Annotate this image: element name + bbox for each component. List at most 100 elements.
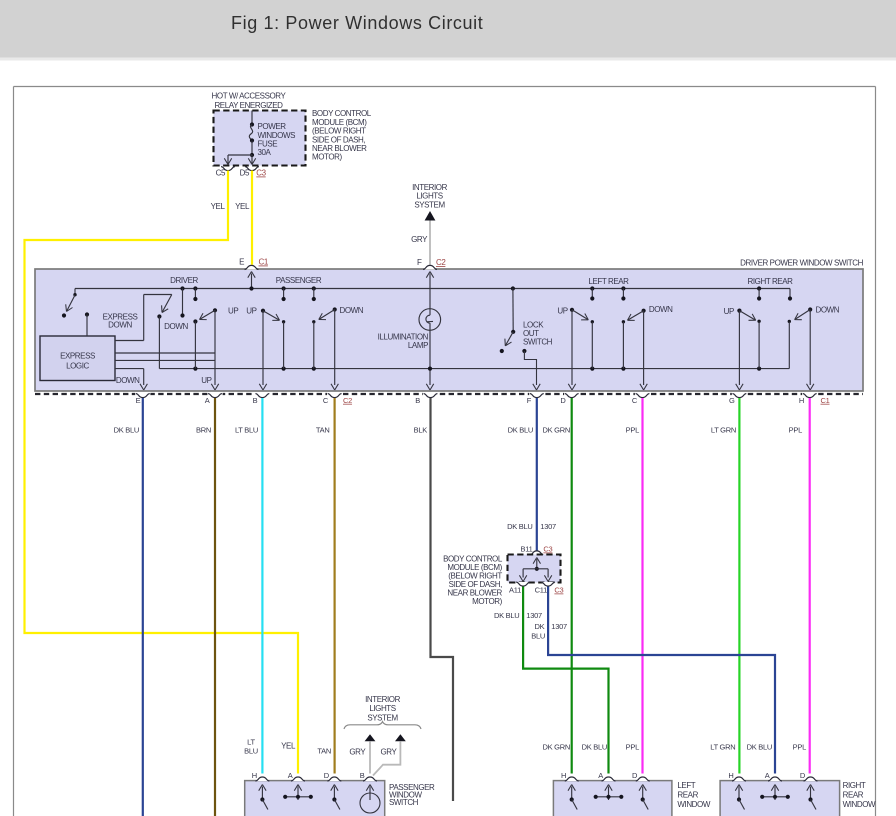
svg-text:DOWN: DOWN [649, 305, 673, 314]
svg-text:TAN: TAN [316, 426, 330, 435]
svg-text:H: H [561, 771, 566, 780]
svg-text:H: H [799, 396, 804, 405]
svg-text:C3: C3 [543, 545, 552, 554]
svg-text:C2: C2 [436, 258, 446, 267]
svg-text:UP: UP [246, 307, 256, 316]
svg-text:DK BLU: DK BLU [508, 426, 533, 435]
svg-text:MOTOR): MOTOR) [312, 153, 343, 162]
svg-text:BLU: BLU [531, 632, 545, 641]
svg-text:DOWN: DOWN [164, 322, 188, 331]
svg-text:LT GRN: LT GRN [710, 743, 735, 752]
svg-text:C1: C1 [259, 258, 269, 267]
svg-text:WINDOW: WINDOW [843, 800, 876, 809]
svg-text:DK BLU: DK BLU [582, 743, 607, 752]
svg-text:1307: 1307 [526, 611, 542, 620]
svg-text:DOWN: DOWN [340, 306, 364, 315]
svg-text:UP: UP [724, 307, 734, 316]
svg-text:PPL: PPL [793, 743, 806, 752]
svg-text:BLU: BLU [244, 747, 258, 756]
svg-text:A: A [598, 771, 603, 780]
svg-text:DK BLU: DK BLU [114, 426, 139, 435]
svg-text:LT: LT [247, 738, 255, 747]
svg-text:A: A [765, 771, 770, 780]
svg-text:PASSENGER: PASSENGER [276, 276, 322, 285]
svg-text:DOWN: DOWN [816, 306, 840, 315]
svg-text:LIGHTS: LIGHTS [369, 704, 395, 713]
svg-text:(BELOW RIGHT: (BELOW RIGHT [312, 127, 366, 136]
svg-text:MOTOR): MOTOR) [472, 597, 503, 606]
svg-text:LT BLU: LT BLU [235, 426, 258, 435]
svg-text:C5: C5 [216, 169, 226, 178]
svg-text:A11: A11 [509, 586, 521, 595]
svg-text:LT GRN: LT GRN [711, 426, 736, 435]
svg-text:E: E [239, 258, 244, 267]
svg-text:C: C [323, 396, 329, 405]
svg-text:H: H [252, 771, 257, 780]
svg-text:INTERIOR: INTERIOR [365, 695, 401, 704]
svg-text:B11: B11 [521, 545, 533, 554]
svg-text:UP: UP [201, 376, 211, 385]
svg-text:B: B [253, 396, 258, 405]
svg-text:DK: DK [535, 622, 545, 631]
svg-text:SYSTEM: SYSTEM [414, 200, 445, 209]
svg-text:1307: 1307 [540, 522, 556, 531]
svg-text:UP: UP [228, 307, 238, 316]
svg-text:D5: D5 [240, 169, 250, 178]
svg-text:DRIVER POWER WINDOW SWITCH: DRIVER POWER WINDOW SWITCH [740, 259, 863, 268]
svg-text:EXPRESS: EXPRESS [60, 352, 95, 361]
svg-text:DK BLU: DK BLU [494, 611, 519, 620]
svg-text:C1: C1 [821, 396, 830, 405]
svg-text:F: F [527, 396, 532, 405]
svg-text:SIDE OF DASH,: SIDE OF DASH, [312, 135, 365, 144]
svg-text:LEFT REAR: LEFT REAR [588, 277, 629, 286]
svg-text:C: C [632, 396, 638, 405]
svg-text:LOGIC: LOGIC [66, 362, 89, 371]
svg-text:GRY: GRY [381, 748, 398, 757]
svg-text:D: D [800, 771, 806, 780]
svg-text:A: A [288, 771, 293, 780]
svg-text:YEL: YEL [211, 202, 226, 211]
svg-text:HOT W/ ACCESSORY: HOT W/ ACCESSORY [212, 92, 287, 101]
svg-text:LIGHTS: LIGHTS [416, 192, 442, 201]
svg-text:RELAY ENERGIZED: RELAY ENERGIZED [214, 101, 283, 110]
svg-text:GRY: GRY [349, 748, 366, 757]
svg-text:DOWN: DOWN [108, 321, 132, 330]
svg-text:INTERIOR: INTERIOR [412, 183, 448, 192]
svg-text:YEL: YEL [235, 202, 250, 211]
svg-text:DK BLU: DK BLU [747, 743, 772, 752]
svg-text:NEAR BLOWER: NEAR BLOWER [312, 144, 367, 153]
svg-text:A: A [205, 396, 210, 405]
svg-text:C2: C2 [343, 396, 352, 405]
svg-text:DK GRN: DK GRN [543, 426, 571, 435]
svg-text:RIGHT: RIGHT [843, 781, 866, 790]
svg-text:PPL: PPL [626, 743, 639, 752]
svg-text:D: D [632, 771, 638, 780]
svg-text:PPL: PPL [626, 426, 639, 435]
svg-text:30A: 30A [258, 148, 272, 157]
svg-text:TAN: TAN [317, 747, 331, 756]
svg-text:BLK: BLK [414, 426, 428, 435]
svg-text:F: F [417, 258, 422, 267]
svg-text:E: E [136, 396, 141, 405]
svg-text:PPL: PPL [789, 426, 802, 435]
svg-text:REAR: REAR [843, 791, 864, 800]
svg-text:B: B [360, 771, 365, 780]
svg-text:C3: C3 [554, 586, 563, 595]
svg-text:RIGHT REAR: RIGHT REAR [748, 277, 794, 286]
svg-text:LEFT: LEFT [677, 781, 695, 790]
svg-text:BRN: BRN [196, 426, 211, 435]
svg-text:DK BLU: DK BLU [507, 522, 532, 531]
svg-text:DK GRN: DK GRN [543, 743, 571, 752]
svg-text:Fig 1: Power Windows Circuit: Fig 1: Power Windows Circuit [231, 13, 483, 33]
svg-text:LAMP: LAMP [408, 341, 428, 350]
svg-text:DRIVER: DRIVER [170, 276, 198, 285]
svg-text:SWITCH: SWITCH [523, 338, 553, 347]
svg-text:B: B [415, 396, 420, 405]
svg-text:H: H [728, 771, 733, 780]
svg-text:GRY: GRY [411, 235, 428, 244]
svg-text:C3: C3 [256, 169, 266, 178]
svg-text:REAR: REAR [677, 791, 698, 800]
svg-text:POWER: POWER [258, 122, 287, 131]
svg-text:G: G [729, 396, 735, 405]
svg-text:BODY CONTROL: BODY CONTROL [312, 109, 372, 118]
